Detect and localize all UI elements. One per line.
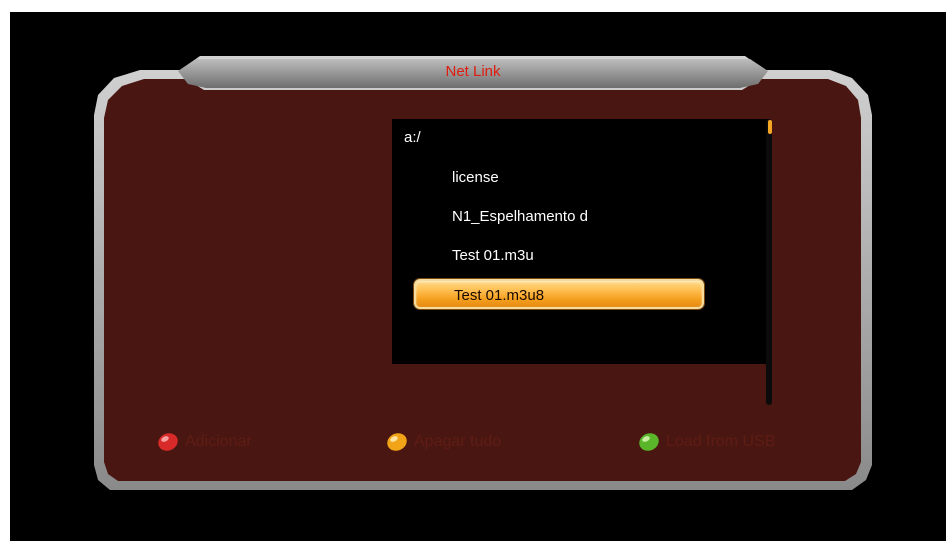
file-item-test-m3u8-selected[interactable]: Test 01.m3u8	[414, 279, 704, 309]
add-button[interactable]: Adicionar	[157, 432, 252, 452]
load-from-usb-button[interactable]: Load from USB	[638, 432, 775, 452]
add-button-label: Adicionar	[185, 433, 252, 450]
scrollbar-thumb[interactable]	[768, 120, 772, 134]
load-from-usb-button-label: Load from USB	[666, 433, 776, 450]
file-item-n1-espelhamento[interactable]: N1_Espelhamento d	[452, 208, 588, 225]
delete-all-button[interactable]: Apagar tudo	[386, 432, 501, 452]
file-browser[interactable]: a:/ license N1_Espelhamento d Test 01.m3…	[392, 119, 768, 364]
file-list-scrollbar[interactable]	[766, 119, 772, 405]
delete-all-button-label: Apagar tudo	[414, 433, 502, 450]
green-button-icon	[639, 433, 659, 451]
file-item-test-m3u[interactable]: Test 01.m3u	[452, 247, 534, 264]
file-item-license[interactable]: license	[452, 169, 499, 186]
yellow-button-icon	[387, 433, 407, 451]
dialog-title: Net Link	[445, 63, 501, 80]
red-button-icon	[158, 433, 178, 451]
current-path: a:/	[404, 129, 421, 146]
